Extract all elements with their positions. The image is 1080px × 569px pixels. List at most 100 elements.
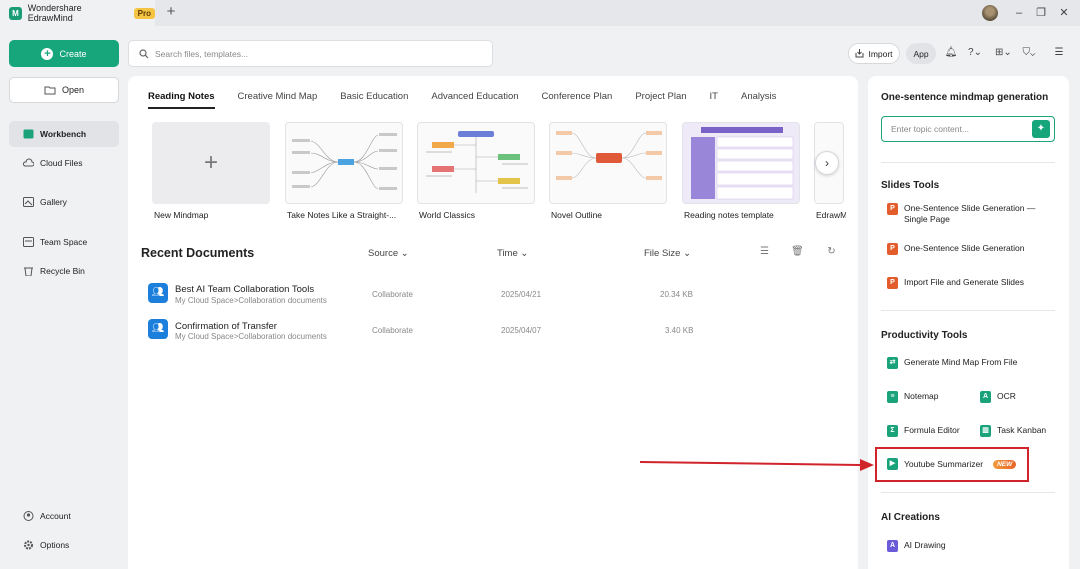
sidebar-item-account[interactable]: Account [9,503,119,529]
apps-grid-icon[interactable]: ⊞⌄ [995,46,1012,60]
shirt-icon[interactable]: ⛉⌄ [1022,46,1036,60]
list-view-icon[interactable]: ☰ [758,246,771,259]
tab-analysis[interactable]: Analysis [741,91,776,109]
plus-icon: + [203,149,218,176]
divider [881,310,1055,311]
source-label: Source [368,248,399,259]
template-card-reading-notes[interactable] [682,122,800,204]
divider [881,492,1055,493]
tab-reading-notes[interactable]: Reading Notes [148,91,215,109]
template-card-take-notes[interactable] [285,122,403,204]
sidebar-item-cloud-files[interactable]: Cloud Files [9,150,119,176]
file-size-column-header[interactable]: File Size ⌄ [644,248,691,259]
import-icon [855,49,864,58]
topic-input[interactable]: Enter topic content... [881,116,1055,142]
tool-label: One-Sentence Slide Generation — Single P… [904,203,1036,224]
restore-button[interactable]: ❐ [1034,6,1048,20]
sidebar-item-gallery[interactable]: Gallery [9,189,119,215]
open-label: Open [61,85,85,95]
minimize-button[interactable]: – [1012,6,1026,20]
title-bar [0,0,1080,26]
import-file-generate-slides[interactable]: P Import File and Generate Slides [887,277,1024,289]
new-mindmap-card[interactable]: + [152,122,270,204]
sidebar-item-team-space[interactable]: Team Space [9,229,119,255]
account-icon [23,511,34,521]
notemap-tool[interactable]: ≡ Notemap [887,391,939,403]
doc-source: Collaborate [372,326,413,335]
ai-creations-title: AI Creations [881,512,940,523]
productivity-tools-title: Productivity Tools [881,330,968,341]
folder-icon [44,86,56,95]
topic-placeholder: Enter topic content... [891,124,969,134]
trash-icon[interactable]: 🗑︎ [791,246,804,259]
time-column-header[interactable]: Time ⌄ [497,248,528,259]
sidebar-item-workbench[interactable]: Workbench [9,121,119,147]
mindmap-thumbnail [556,131,662,180]
generate-sparkle-button[interactable]: ✦ [1032,120,1050,138]
doc-title[interactable]: Best AI Team Collaboration Tools [175,284,314,295]
chevron-down-icon: ⌄ [683,248,692,259]
sidebar-item-options[interactable]: Options [9,532,119,558]
formula-editor-tool[interactable]: Σ Formula Editor [887,425,960,437]
recent-documents-title: Recent Documents [141,246,255,260]
tool-label: OCR [997,391,1016,401]
tool-label: Task Kanban [997,425,1047,435]
app-button[interactable]: App [906,43,936,64]
tab-project-plan[interactable]: Project Plan [635,91,686,109]
ocr-icon: A [980,391,991,403]
tab-conference-plan[interactable]: Conference Plan [542,91,613,109]
doc-size: 3.40 KB [665,326,694,335]
recycle-bin-icon [24,267,33,276]
tab-creative-mind-map[interactable]: Creative Mind Map [238,91,318,109]
search-input[interactable]: Search files, templates... [128,40,493,67]
collapse-panel-icon[interactable]: ☰ [1052,46,1066,60]
sidebar-item-label: Account [40,511,71,521]
template-label: Novel Outline [551,210,603,220]
task-kanban-tool[interactable]: ▥ Task Kanban [980,425,1046,437]
ocr-tool[interactable]: A OCR [980,391,1016,403]
help-icon[interactable]: ?⌄ [968,46,982,60]
template-card-world-classics[interactable] [417,122,535,204]
search-icon [139,48,149,58]
refresh-icon[interactable]: ↻ [825,246,838,259]
mindmap-thumbnail [426,131,528,193]
sidebar-item-label: Recycle Bin [40,266,85,276]
time-label: Time [497,248,518,259]
bell-icon[interactable]: 🔔︎ [944,46,958,60]
tab-advanced-education[interactable]: Advanced Education [431,91,518,109]
doc-size: 20.34 KB [660,290,693,299]
kanban-icon: ▥ [980,425,991,437]
tab-it[interactable]: IT [710,91,718,109]
create-button[interactable]: + Create [9,40,119,67]
source-column-header[interactable]: Source ⌄ [368,248,409,259]
chevron-down-icon: ⌄ [400,248,409,259]
formula-icon: Σ [887,425,898,437]
template-label: Take Notes Like a Straight-... [287,210,397,220]
plus-icon: + [41,47,54,60]
slide-gen[interactable]: P One-Sentence Slide Generation [887,243,1025,255]
avatar[interactable] [982,5,998,21]
tab-basic-education[interactable]: Basic Education [340,91,408,109]
sidebar-item-label: Workbench [40,129,87,139]
doc-title[interactable]: Confirmation of Transfer [175,321,277,332]
ai-drawing-tool[interactable]: A AI Drawing [887,540,946,552]
team-space-icon [23,237,34,247]
template-label: Reading notes template [684,210,774,220]
close-button[interactable]: ✕ [1057,6,1071,20]
generate-mindmap-from-file[interactable]: ⇄ Generate Mind Map From File [887,357,1017,369]
sidebar-item-recycle-bin[interactable]: Recycle Bin [9,258,119,284]
app-title: Wondershare EdrawMind [27,3,82,23]
app-tab[interactable]: M Wondershare EdrawMind Pro [0,0,155,26]
import-button[interactable]: Import [848,43,900,64]
file-size-label: File Size [644,248,681,259]
carousel-next-button[interactable]: › [815,151,839,175]
create-label: Create [59,48,87,59]
slide-gen-single-page[interactable]: P One-Sentence Slide Generation — Single… [887,203,1037,224]
sidebar-item-label: Team Space [40,237,88,247]
open-button[interactable]: Open [9,77,119,103]
ppt-icon: P [887,277,898,289]
template-card-novel-outline[interactable] [549,122,667,204]
tool-label: AI Drawing [904,540,946,550]
doc-time: 2025/04/07 [501,326,542,335]
new-tab-button[interactable]: + [163,4,179,20]
